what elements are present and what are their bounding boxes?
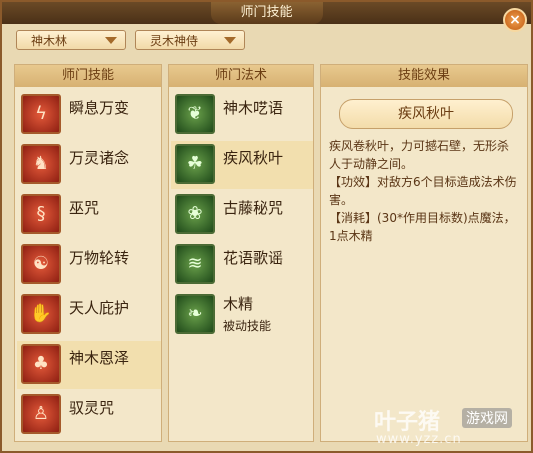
vine-icon: ❀ — [175, 194, 215, 234]
effect-description: 疾风卷秋叶，力可撼石壁，无形杀人于动静之间。 【功效】对敌方6个目标造成法术伤害… — [329, 139, 517, 243]
skill-item[interactable]: ♞ 万灵诸念 — [17, 141, 161, 189]
skills-panel: 师门技能 ϟ 瞬息万变 ♞ 万灵诸念 § 巫咒 ☯ 万物轮转 ✋ 天人庇护 ♣ … — [14, 64, 162, 442]
praying-hands-icon: ✋ — [21, 294, 61, 334]
title-bar: 师门技能 — [2, 2, 531, 24]
skill-label: 驭灵咒 — [69, 399, 115, 417]
spell-item[interactable]: ❀ 古藤秘咒 — [171, 191, 313, 239]
skill-window: 师门技能 × 神木林 灵木神侍 师门技能 ϟ 瞬息万变 ♞ 万灵诸念 § 巫咒 … — [0, 0, 533, 453]
spell-item[interactable]: ❦ 神木呓语 — [171, 91, 313, 139]
grass-wave-icon: ≋ — [175, 244, 215, 284]
spell-item[interactable]: ❧ 木精 被动技能 — [171, 291, 313, 339]
effect-header: 技能效果 — [321, 65, 527, 87]
spells-header: 师门法术 — [169, 65, 313, 87]
watermark-tag: 游戏网 — [462, 408, 512, 428]
skill-item[interactable]: ϟ 瞬息万变 — [17, 91, 161, 139]
yin-yang-icon: ☯ — [21, 244, 61, 284]
spell-label: 花语歌谣 — [223, 249, 284, 267]
chevron-down-icon — [224, 37, 236, 44]
wind-leaf-icon: ☘ — [175, 144, 215, 184]
school-dropdown-value: 神木林 — [31, 34, 68, 48]
skill-label: 神木恩泽 — [69, 349, 130, 367]
skill-label: 万灵诸念 — [69, 149, 130, 167]
spells-panel: 师门法术 ❦ 神木呓语 ☘ 疾风秋叶 ❀ 古藤秘咒 ≋ 花语歌谣 ❧ 木精 被动… — [168, 64, 314, 442]
close-icon[interactable]: × — [503, 8, 527, 32]
figure-spell-icon: ♙ — [21, 394, 61, 434]
spell-item[interactable]: ≋ 花语歌谣 — [171, 241, 313, 289]
sect-dropdown[interactable]: 灵木神侍 — [135, 30, 245, 50]
skill-item[interactable]: ✋ 天人庇护 — [17, 291, 161, 339]
effect-skill-name: 疾风秋叶 — [339, 99, 513, 129]
skill-item[interactable]: ♙ 驭灵咒 — [17, 391, 161, 439]
lightning-icon: ϟ — [21, 94, 61, 134]
chevron-down-icon — [105, 37, 117, 44]
school-dropdown[interactable]: 神木林 — [16, 30, 126, 50]
spell-label: 古藤秘咒 — [223, 199, 284, 217]
leaf-sprout-icon: ❦ — [175, 94, 215, 134]
spell-sublabel: 被动技能 — [223, 319, 272, 333]
skill-label: 巫咒 — [69, 199, 100, 217]
skill-label: 瞬息万变 — [69, 99, 130, 117]
effect-panel: 技能效果 疾风秋叶 疾风卷秋叶，力可撼石壁，无形杀人于动静之间。 【功效】对敌方… — [320, 64, 528, 442]
beast-spirit-icon: ♞ — [21, 144, 61, 184]
watermark: 叶子猪 游戏网 www.yzz.cn — [374, 404, 524, 448]
spell-label: 木精 — [223, 295, 254, 313]
skill-label: 万物轮转 — [69, 249, 130, 267]
watermark-url: www.yzz.cn — [376, 432, 462, 447]
sect-dropdown-value: 灵木神侍 — [150, 34, 199, 48]
spell-item-selected[interactable]: ☘ 疾风秋叶 — [171, 141, 313, 189]
spell-label: 神木呓语 — [223, 99, 284, 117]
skill-item[interactable]: § 巫咒 — [17, 191, 161, 239]
spell-label: 疾风秋叶 — [223, 149, 284, 167]
skills-header: 师门技能 — [15, 65, 161, 87]
tree-icon: ♣ — [21, 344, 61, 384]
skill-label: 天人庇护 — [69, 299, 130, 317]
swirl-curse-icon: § — [21, 194, 61, 234]
seedling-icon: ❧ — [175, 294, 215, 334]
skill-item-selected[interactable]: ♣ 神木恩泽 — [17, 341, 161, 389]
skill-item[interactable]: ☯ 万物轮转 — [17, 241, 161, 289]
window-title: 师门技能 — [210, 2, 323, 24]
